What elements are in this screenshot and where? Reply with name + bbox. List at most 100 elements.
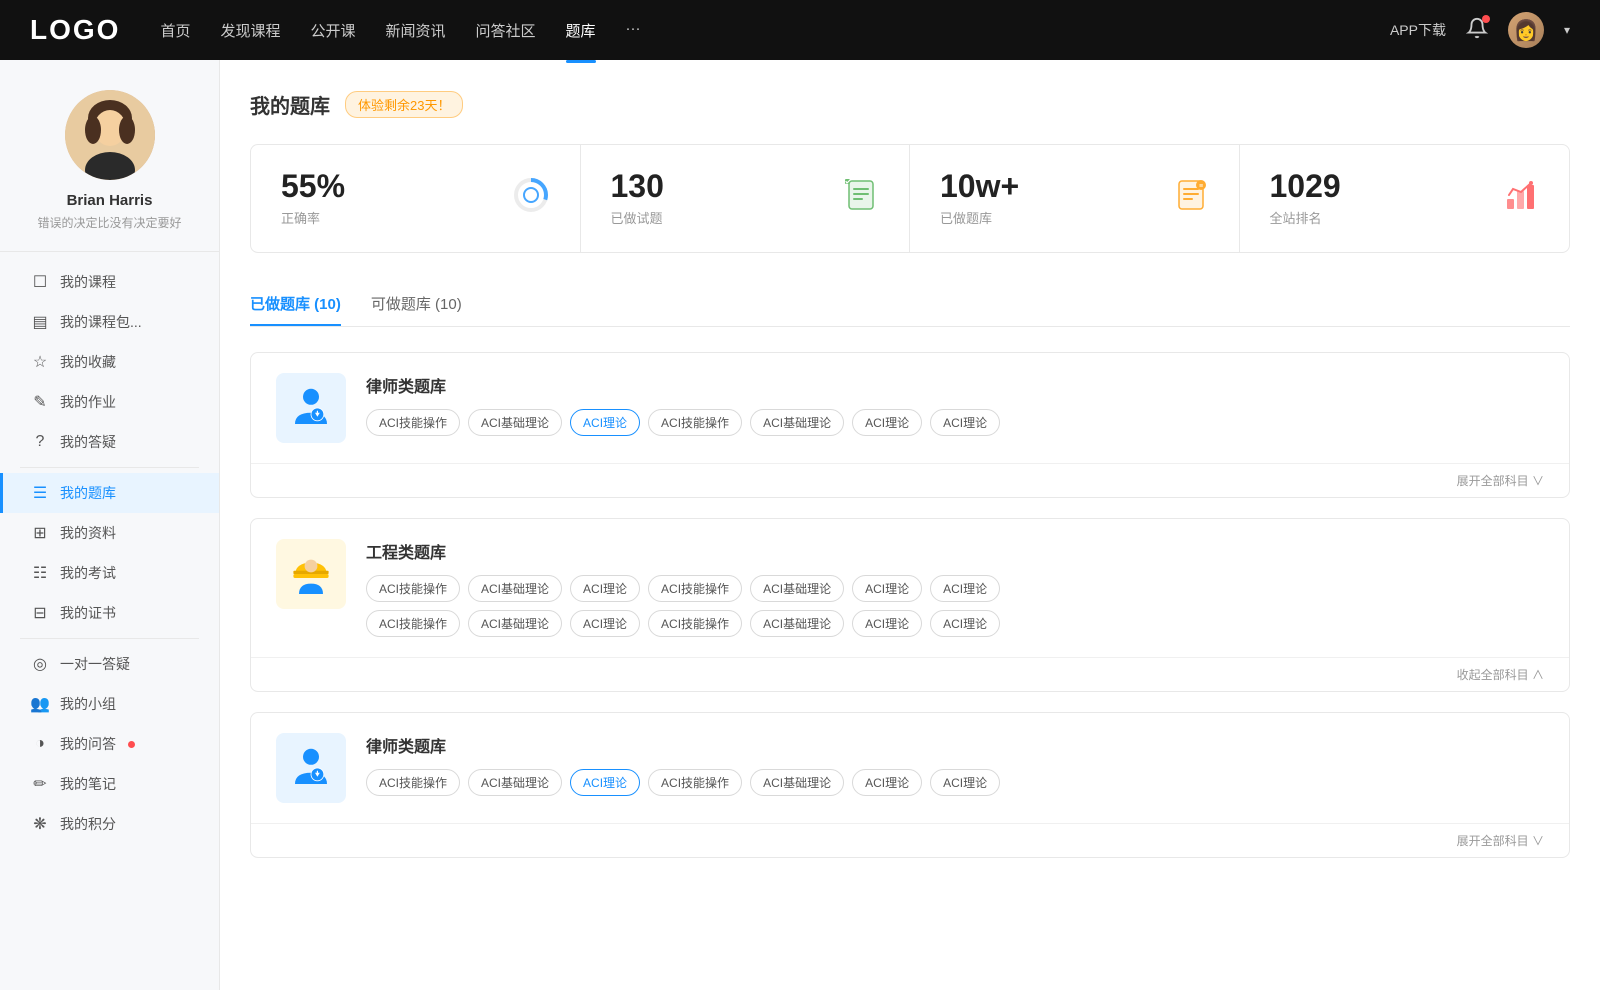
groups-icon: 👥 <box>30 694 50 714</box>
sidebar-item-qbank[interactable]: ☰ 我的题库 <box>0 473 219 513</box>
qbank-tag-2-4[interactable]: ACI基础理论 <box>750 575 844 602</box>
qbank-tag-3-0[interactable]: ACI技能操作 <box>366 769 460 796</box>
qbank-tag-1-1[interactable]: ACI基础理论 <box>468 409 562 436</box>
sidebar-item-homework[interactable]: ✎ 我的作业 <box>0 382 219 422</box>
qbank-tag-2b-0[interactable]: ACI技能操作 <box>366 610 460 637</box>
my-courses-icon: ☐ <box>30 272 50 292</box>
sidebar-item-groups-label: 我的小组 <box>60 694 116 714</box>
stat-done-banks-value: 10w+ <box>940 170 1158 202</box>
qa-red-dot <box>128 741 135 748</box>
tab-available-banks[interactable]: 可做题库 (10) <box>371 283 462 326</box>
sidebar-divider-2 <box>20 638 199 639</box>
nav-qa[interactable]: 问答社区 <box>476 16 536 45</box>
user-avatar[interactable]: 👩 <box>1508 12 1544 48</box>
qbank-tag-3-3[interactable]: ACI技能操作 <box>648 769 742 796</box>
stat-done-questions: 130 已做试题 <box>581 145 911 252</box>
qbank-tag-2-3[interactable]: ACI技能操作 <box>648 575 742 602</box>
sidebar-item-my-qa[interactable]: ◑ 我的问答 <box>0 724 219 764</box>
qbank-card-inner-3: 律师类题库 ACI技能操作 ACI基础理论 ACI理论 ACI技能操作 ACI基… <box>251 713 1569 823</box>
qbank-tag-3-1[interactable]: ACI基础理论 <box>468 769 562 796</box>
qbank-tag-3-4[interactable]: ACI基础理论 <box>750 769 844 796</box>
qbank-tag-3-5[interactable]: ACI理论 <box>852 769 922 796</box>
app-download-link[interactable]: APP下载 <box>1390 20 1446 40</box>
qbank-tag-2b-6[interactable]: ACI理论 <box>930 610 1000 637</box>
user-menu-chevron[interactable]: ▾ <box>1564 23 1570 37</box>
qbank-tag-2-6[interactable]: ACI理论 <box>930 575 1000 602</box>
qbank-tag-2-0[interactable]: ACI技能操作 <box>366 575 460 602</box>
done-questions-icon <box>843 177 879 220</box>
sidebar-item-favorites[interactable]: ☆ 我的收藏 <box>0 342 219 382</box>
nav-home[interactable]: 首页 <box>160 16 190 45</box>
nav-more[interactable]: ··· <box>626 16 641 45</box>
stat-site-rank-value: 1029 <box>1270 170 1489 202</box>
main-content: 我的题库 体验剩余23天！ 55% 正确率 <box>220 60 1600 990</box>
notification-bell[interactable] <box>1466 17 1488 44</box>
qbank-expand-3[interactable]: 展开全部科目 ∨ <box>251 823 1569 857</box>
certs-icon: ⊟ <box>30 603 50 623</box>
qbank-tag-2b-4[interactable]: ACI基础理论 <box>750 610 844 637</box>
stat-done-banks-block: 10w+ 已做题库 <box>940 170 1158 227</box>
qbank-tag-2b-1[interactable]: ACI基础理论 <box>468 610 562 637</box>
sidebar-item-one-on-one[interactable]: ◎ 一对一答疑 <box>0 644 219 684</box>
nav-mooc[interactable]: 公开课 <box>310 16 355 45</box>
stat-done-questions-block: 130 已做试题 <box>611 170 829 227</box>
navbar: LOGO 首页 发现课程 公开课 新闻资讯 问答社区 题库 ··· APP下载 … <box>0 0 1600 60</box>
page-wrapper: Brian Harris 错误的决定比没有决定要好 ☐ 我的课程 ▤ 我的课程包… <box>0 60 1600 990</box>
qbank-tag-2-2[interactable]: ACI理论 <box>570 575 640 602</box>
qbank-tag-1-6[interactable]: ACI理论 <box>930 409 1000 436</box>
stat-accuracy-block: 55% 正确率 <box>281 170 497 227</box>
engineer-icon <box>287 550 335 598</box>
qbank-tag-1-5[interactable]: ACI理论 <box>852 409 922 436</box>
qbank-content-1: 律师类题库 ACI技能操作 ACI基础理论 ACI理论 ACI技能操作 ACI基… <box>366 373 1544 436</box>
questions-icon: ? <box>30 433 50 451</box>
nav-discover[interactable]: 发现课程 <box>220 16 280 45</box>
sidebar-item-notes[interactable]: ✏ 我的笔记 <box>0 764 219 804</box>
stat-accuracy: 55% 正确率 <box>251 145 581 252</box>
qbank-tag-3-6[interactable]: ACI理论 <box>930 769 1000 796</box>
accuracy-chart-icon <box>512 176 550 221</box>
nav-qbank[interactable]: 题库 <box>566 16 596 45</box>
qbank-tag-2-1[interactable]: ACI基础理论 <box>468 575 562 602</box>
svg-text:≡: ≡ <box>1198 183 1202 190</box>
qbank-tag-2-5[interactable]: ACI理论 <box>852 575 922 602</box>
qbank-icon-wrap-lawyer-2 <box>276 733 346 803</box>
qbank-icon-wrap-lawyer-1 <box>276 373 346 443</box>
qbank-card-lawyer-1: 律师类题库 ACI技能操作 ACI基础理论 ACI理论 ACI技能操作 ACI基… <box>250 352 1570 498</box>
page-header: 我的题库 体验剩余23天！ <box>250 90 1570 119</box>
sidebar-item-certs[interactable]: ⊟ 我的证书 <box>0 593 219 633</box>
favorites-icon: ☆ <box>30 352 50 372</box>
sidebar-item-exams[interactable]: ☷ 我的考试 <box>0 553 219 593</box>
sidebar-item-course-packages[interactable]: ▤ 我的课程包... <box>0 302 219 342</box>
nav-news[interactable]: 新闻资讯 <box>386 16 446 45</box>
sidebar-item-one-on-one-label: 一对一答疑 <box>60 654 130 674</box>
qbank-tag-2b-2[interactable]: ACI理论 <box>570 610 640 637</box>
sidebar-item-groups[interactable]: 👥 我的小组 <box>0 684 219 724</box>
qbank-tag-2b-3[interactable]: ACI技能操作 <box>648 610 742 637</box>
tab-done-banks[interactable]: 已做题库 (10) <box>250 283 341 326</box>
qbank-tag-2b-5[interactable]: ACI理论 <box>852 610 922 637</box>
exams-icon: ☷ <box>30 563 50 583</box>
sidebar-username: Brian Harris <box>67 192 153 209</box>
sidebar-item-materials[interactable]: ⊞ 我的资料 <box>0 513 219 553</box>
qbank-tag-1-2[interactable]: ACI理论 <box>570 409 640 436</box>
navbar-nav: 首页 发现课程 公开课 新闻资讯 问答社区 题库 ··· <box>160 16 1390 45</box>
navbar-logo: LOGO <box>30 14 120 46</box>
sidebar-avatar[interactable] <box>65 90 155 180</box>
qbank-expand-2[interactable]: 收起全部科目 ∧ <box>251 657 1569 691</box>
sidebar-item-points[interactable]: ❋ 我的积分 <box>0 804 219 844</box>
qbank-tag-3-2[interactable]: ACI理论 <box>570 769 640 796</box>
sidebar-item-my-courses[interactable]: ☐ 我的课程 <box>0 262 219 302</box>
sidebar: Brian Harris 错误的决定比没有决定要好 ☐ 我的课程 ▤ 我的课程包… <box>0 60 220 990</box>
done-banks-icon: ≡ <box>1173 177 1209 220</box>
sidebar-divider-1 <box>20 467 199 468</box>
qbank-tag-1-4[interactable]: ACI基础理论 <box>750 409 844 436</box>
sidebar-item-qbank-label: 我的题库 <box>60 483 116 503</box>
qbank-expand-1[interactable]: 展开全部科目 ∨ <box>251 463 1569 497</box>
sidebar-item-questions[interactable]: ? 我的答疑 <box>0 422 219 462</box>
qbank-card-engineer: 工程类题库 ACI技能操作 ACI基础理论 ACI理论 ACI技能操作 ACI基… <box>250 518 1570 692</box>
qbank-tag-1-3[interactable]: ACI技能操作 <box>648 409 742 436</box>
one-on-one-icon: ◎ <box>30 654 50 674</box>
qbank-tags-3: ACI技能操作 ACI基础理论 ACI理论 ACI技能操作 ACI基础理论 AC… <box>366 769 1544 796</box>
qbank-tag-1-0[interactable]: ACI技能操作 <box>366 409 460 436</box>
sidebar-profile: Brian Harris 错误的决定比没有决定要好 <box>0 90 219 252</box>
